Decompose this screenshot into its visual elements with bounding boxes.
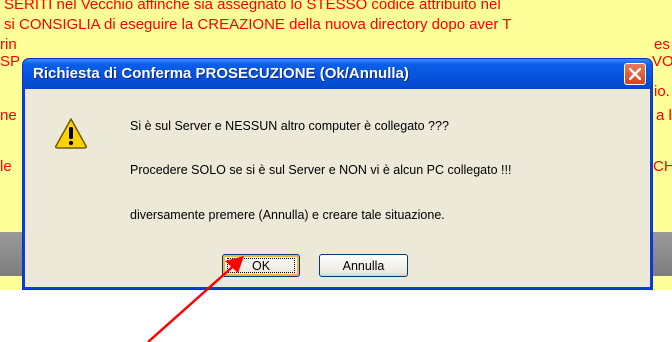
annotation-arrow (147, 256, 244, 342)
